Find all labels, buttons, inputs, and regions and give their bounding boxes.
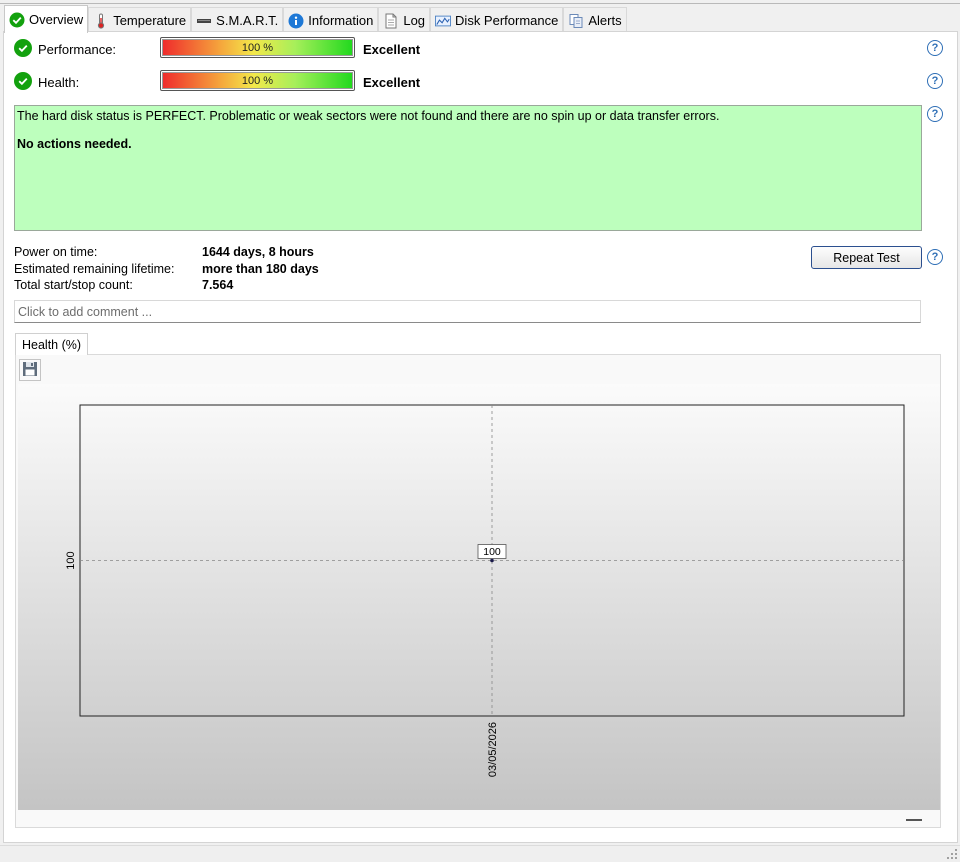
window-top-border: [0, 3, 960, 4]
tab-label: Overview: [29, 12, 84, 27]
power-on-value: 1644 days, 8 hours: [202, 245, 314, 259]
y-tick-label: 100: [65, 551, 77, 569]
chart-background: [18, 384, 940, 810]
performance-ok-icon: [14, 39, 32, 57]
performance-percent: 100 %: [241, 41, 274, 54]
performance-bar-fill: 100 %: [162, 39, 353, 56]
resize-grip-icon[interactable]: [946, 848, 958, 860]
save-chart-button[interactable]: [19, 359, 41, 381]
health-bar: 100 %: [160, 70, 355, 91]
tab-temperature[interactable]: Temperature: [88, 7, 192, 33]
health-help-icon[interactable]: ?: [927, 73, 943, 89]
health-percent: 100 %: [241, 74, 274, 87]
performance-rating: Excellent: [363, 42, 421, 57]
tab-label: Log: [403, 13, 426, 28]
x-tick-label: 03/05/2026: [487, 722, 499, 777]
repeat-test-button[interactable]: Repeat Test: [811, 246, 922, 269]
save-icon: [22, 361, 38, 380]
tab-label: Temperature: [113, 13, 187, 28]
tab-overview[interactable]: Overview: [4, 5, 89, 33]
health-label: Health:: [38, 75, 80, 90]
health-ok-icon: [14, 72, 32, 90]
tab-information[interactable]: Information: [283, 7, 379, 33]
tab-label: Alerts: [588, 13, 622, 28]
lifetime-value: more than 180 days: [202, 262, 319, 276]
thermometer-icon: [93, 13, 109, 29]
tab-alerts[interactable]: Alerts: [563, 7, 627, 33]
alerts-icon: [568, 13, 584, 29]
chart-tab-label: Health (%): [22, 337, 82, 352]
tab-health-chart[interactable]: Health (%): [15, 333, 89, 355]
lifetime-label: Estimated remaining lifetime:: [14, 262, 175, 276]
tab-label: S.M.A.R.T.: [216, 13, 279, 28]
comment-input[interactable]: [14, 300, 921, 323]
help-glyph: ?: [931, 108, 939, 120]
health-chart: 100 03/05/2026 100: [18, 384, 940, 810]
status-help-icon[interactable]: ?: [927, 106, 943, 122]
data-point: [490, 558, 494, 563]
repeat-test-help-icon[interactable]: ?: [927, 249, 943, 265]
health-bar-fill: 100 %: [162, 72, 353, 89]
main-tab-bar: Overview Temperature S.M.A.R.T. Informat…: [4, 5, 627, 33]
minimize-chart-button[interactable]: [906, 819, 922, 821]
tab-label: Information: [308, 13, 374, 28]
performance-bar: 100 %: [160, 37, 355, 58]
performance-label: Performance:: [38, 42, 117, 57]
help-glyph: ?: [931, 251, 939, 263]
help-glyph: ?: [931, 75, 939, 87]
health-rating: Excellent: [363, 75, 421, 90]
performance-help-icon[interactable]: ?: [927, 40, 943, 56]
status-strip: [0, 845, 960, 862]
info-icon: [288, 13, 304, 29]
status-action: No actions needed.: [17, 137, 132, 151]
startstop-value: 7.564: [202, 278, 234, 292]
power-on-label: Power on time:: [14, 245, 98, 259]
startstop-label: Total start/stop count:: [14, 278, 133, 292]
drive-icon: [196, 13, 212, 29]
check-circle-icon: [9, 12, 25, 28]
data-label: 100: [483, 546, 501, 558]
status-message: The hard disk status is PERFECT. Problem…: [17, 109, 720, 123]
tab-disk-performance[interactable]: Disk Performance: [430, 7, 564, 33]
performance-chart-icon: [435, 13, 452, 29]
tab-smart[interactable]: S.M.A.R.T.: [191, 7, 284, 33]
tab-log[interactable]: Log: [378, 7, 431, 33]
document-icon: [383, 13, 399, 29]
status-message-box: The hard disk status is PERFECT. Problem…: [14, 105, 922, 231]
tab-label: Disk Performance: [455, 13, 559, 28]
help-glyph: ?: [931, 42, 939, 54]
